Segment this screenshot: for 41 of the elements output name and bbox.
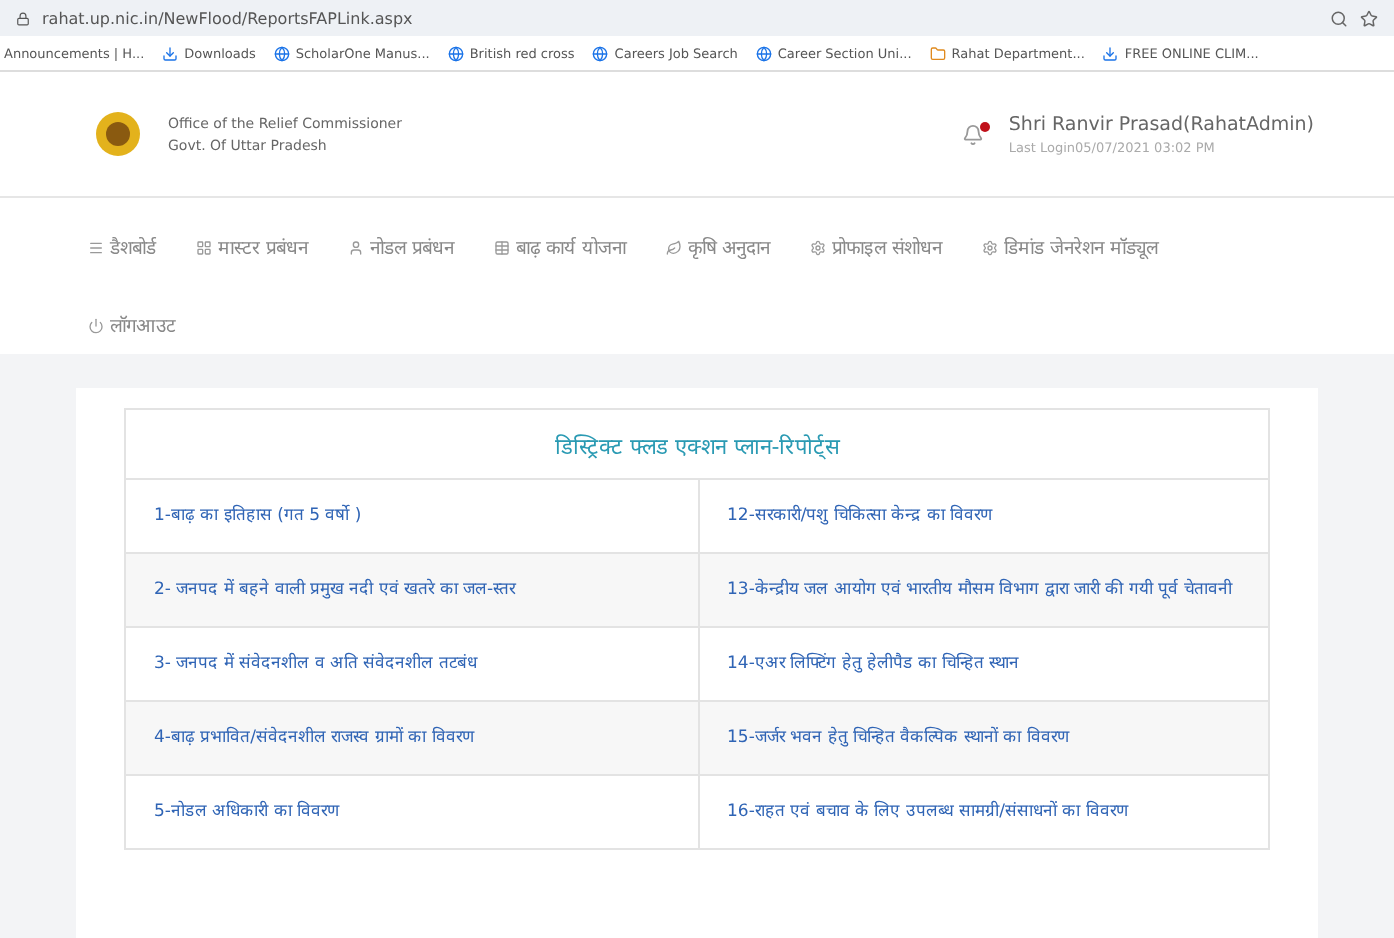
emblem-logo [96, 112, 140, 156]
nav-item[interactable]: डिमांड जेनरेशन मॉड्यूल [982, 218, 1159, 260]
zoom-icon[interactable] [1330, 9, 1348, 27]
report-link[interactable]: 1-बाढ़ का इतिहास (गत 5 वर्षो ) [126, 480, 697, 552]
report-link[interactable]: 15-जर्जर भवन हेतु चिन्हित वैकल्पिक स्थानों का विवरण [697, 702, 1268, 774]
lock-icon [16, 11, 30, 25]
leaf-icon [666, 239, 683, 255]
globe-icon [592, 45, 609, 61]
report-link[interactable]: 4-बाढ़ प्रभावित/संवेदनशील राजस्व ग्रामों का विवरण [126, 702, 697, 774]
globe-icon [273, 45, 290, 61]
report-link[interactable]: 3- जनपद में संवेदनशील व अति संवेदनशील तटबंध [126, 628, 697, 700]
user-name: Shri Ranvir Prasad(RahatAdmin) [1008, 113, 1314, 135]
address-bar[interactable]: rahat.up.nic.in/NewFlood/ReportsFAPLink.aspx [0, 0, 1394, 36]
download-icon [1102, 45, 1119, 61]
report-link[interactable]: 5-नोडल अधिकारी का विवरण [126, 776, 697, 848]
user-icon [348, 239, 365, 255]
report-link[interactable]: 14-एअर लिफ्टिंग हेतु हेलीपैड का चिन्हित स्थान [697, 628, 1268, 700]
nav-item[interactable]: बाढ़ कार्य योजना [494, 218, 627, 260]
folder-icon [929, 45, 946, 61]
report-link[interactable]: 2- जनपद में बहने वाली प्रमुख नदी एवं खतरे का जल-स्तर [126, 554, 697, 626]
table-icon [494, 239, 511, 255]
settings-icon [810, 239, 827, 255]
menu-icon [88, 239, 104, 255]
report-link[interactable]: 16-राहत एवं बचाव के लिए उपलब्ध सामग्री/संसाधनों का विवरण [697, 776, 1268, 848]
globe-icon [755, 45, 772, 61]
nav-item[interactable]: लॉगआउट [88, 296, 176, 338]
star-icon[interactable] [1360, 9, 1378, 27]
download-icon [162, 45, 179, 61]
notification-bell-icon[interactable] [962, 123, 985, 145]
report-link[interactable]: 13-केन्द्रीय जल आयोग एवं भारतीय मौसम विभाग द्वारा जारी की गयी पूर्व चेतावनी [697, 554, 1268, 626]
grid-icon [196, 239, 212, 255]
nav-item[interactable]: प्रोफाइल संशोधन [810, 218, 943, 260]
nav-item[interactable]: नोडल प्रबंधन [348, 218, 455, 260]
power-icon [88, 317, 104, 333]
url-text: rahat.up.nic.in/NewFlood/ReportsFAPLink.aspx [42, 9, 415, 27]
settings-icon [982, 239, 999, 255]
nav-item[interactable]: कृषि अनुदान [666, 218, 771, 260]
nav-item[interactable]: डैशबोर्ड [88, 218, 156, 260]
globe-icon [447, 45, 464, 61]
report-link[interactable]: 12-सरकारी/पशु चिकित्सा केन्द्र का विवरण [697, 480, 1268, 552]
nav-item[interactable]: मास्टर प्रबंधन [196, 218, 309, 260]
